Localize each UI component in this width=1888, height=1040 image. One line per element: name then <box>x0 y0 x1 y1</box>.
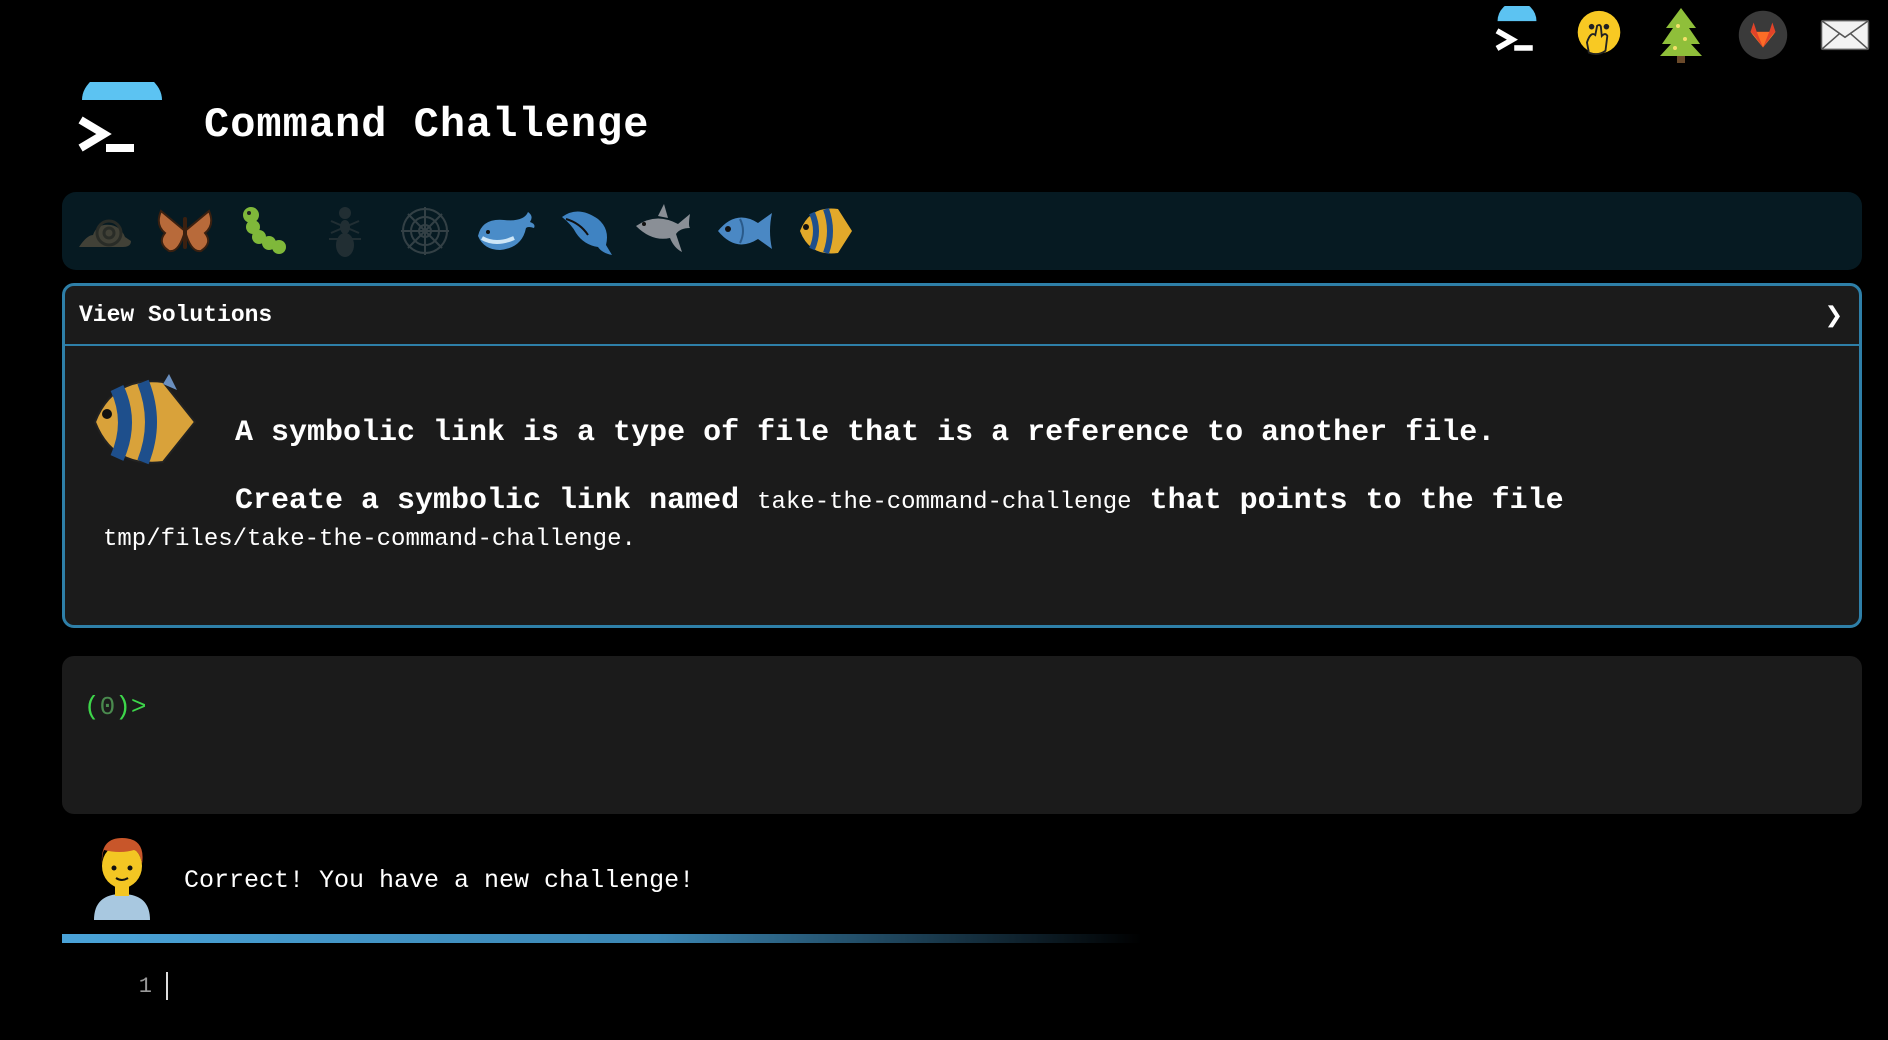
target-path-code: tmp/files/take-the-command-challenge <box>103 526 622 553</box>
command-editor[interactable]: 1 <box>62 968 168 1004</box>
page-title: Command Challenge <box>204 101 650 149</box>
snail-icon[interactable] <box>74 200 136 262</box>
challenge-target-text: tmp/files/take-the-command-challenge. <box>103 526 636 553</box>
view-solutions-label: View Solutions <box>79 302 273 328</box>
terminal-prompt: (0)> <box>84 692 146 722</box>
challenge-panel: View Solutions ❯ A symbolic link is a ty… <box>62 283 1862 628</box>
caterpillar-icon[interactable] <box>234 200 296 262</box>
feedback-row: Correct! You have a new challenge! <box>88 836 694 925</box>
top-icon-bar <box>1492 0 1870 70</box>
terminal-icon[interactable] <box>1492 6 1542 60</box>
prompt-close: )> <box>115 692 147 722</box>
line-number: 1 <box>138 973 152 999</box>
terminal-input[interactable]: (0)> <box>62 656 1862 814</box>
link-name-code: take-the-command-challenge <box>757 489 1132 516</box>
butterfly-icon[interactable] <box>154 200 216 262</box>
tropical-fish-icon[interactable] <box>794 200 856 262</box>
page-header: Command Challenge <box>78 70 650 168</box>
dolphin-icon[interactable] <box>554 200 616 262</box>
ant-icon[interactable] <box>314 200 376 262</box>
spider-web-icon[interactable] <box>394 200 456 262</box>
progress-bar <box>62 934 1142 943</box>
target-period: . <box>621 526 636 553</box>
prompt-open: ( <box>84 692 100 722</box>
shark-icon[interactable] <box>634 200 696 262</box>
man-avatar-icon <box>88 836 156 925</box>
logo-terminal-icon[interactable] <box>78 70 166 168</box>
envelope-icon[interactable] <box>1820 10 1870 60</box>
hand-over-mouth-icon[interactable] <box>1574 10 1624 60</box>
gitlab-icon[interactable] <box>1738 10 1788 60</box>
prompt-count: 0 <box>99 692 116 722</box>
chevron-right-icon: ❯ <box>1824 302 1843 328</box>
whale-icon[interactable] <box>474 200 536 262</box>
level-bar <box>62 192 1862 270</box>
challenge-intro-text: A symbolic link is a type of file that i… <box>235 416 1496 450</box>
view-solutions-toggle[interactable]: View Solutions ❯ <box>65 286 1859 346</box>
tree-icon[interactable] <box>1656 8 1706 63</box>
text-caret <box>166 972 168 1000</box>
challenge-body: A symbolic link is a type of file that i… <box>65 346 1859 553</box>
task-prefix: Create a symbolic link named <box>235 484 758 518</box>
fish-icon[interactable] <box>714 200 776 262</box>
tropical-fish-icon <box>91 374 201 475</box>
challenge-task-text: Create a symbolic link named take-the-co… <box>235 484 1564 518</box>
task-suffix: that points to the file <box>1131 484 1564 518</box>
feedback-message: Correct! You have a new challenge! <box>184 866 695 895</box>
